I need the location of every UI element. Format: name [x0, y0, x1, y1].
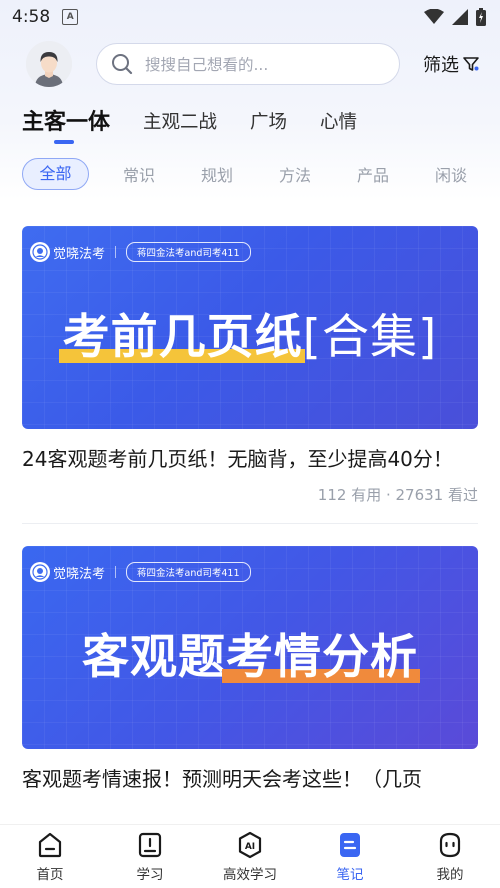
- post-cover-image[interactable]: 觉晓法考 蒋四金法考and司考411 考前几页纸[合集]: [22, 226, 478, 429]
- post-title[interactable]: 24客观题考前几页纸！无脑背，至少提高40分！: [22, 443, 478, 476]
- post-title[interactable]: 客观题考情速报！预测明天会考这些！（几页: [22, 763, 478, 796]
- category-chat[interactable]: 闲谈: [412, 162, 490, 186]
- nav-study[interactable]: 学习: [100, 825, 200, 888]
- search-placeholder: 搜搜自己想看的...: [145, 56, 269, 74]
- tab-mood[interactable]: 心情: [320, 108, 357, 144]
- filter-label: 筛选: [423, 55, 459, 76]
- user-avatar-icon: [26, 41, 72, 87]
- status-bar: 4:58 A: [0, 0, 500, 34]
- svg-text:AI: AI: [245, 842, 255, 852]
- brand-name: 觉晓法考: [53, 566, 106, 582]
- brand-tag: 蒋四金法考and司考411: [126, 562, 251, 582]
- brand-separator: [115, 566, 117, 578]
- post-card[interactable]: 觉晓法考 蒋四金法考and司考411 考前几页纸[合集] 24客观题考前几页纸！…: [22, 226, 478, 505]
- nav-home-label: 首页: [36, 867, 64, 883]
- banner-highlight-text: 考前几页纸: [58, 298, 305, 367]
- ai-icon: AI: [238, 831, 262, 859]
- search-icon: [112, 54, 133, 75]
- category-filter-bar: 全部 常识 规划 方法 产品 闲谈: [0, 144, 500, 204]
- study-icon: [138, 832, 162, 858]
- category-methods[interactable]: 方法: [256, 162, 334, 186]
- filter-button[interactable]: 筛选: [423, 51, 480, 77]
- nav-efficient-study[interactable]: AI 高效学习: [200, 825, 300, 888]
- wifi-icon: [424, 9, 444, 24]
- banner-brand-row: 觉晓法考 蒋四金法考and司考411: [30, 562, 251, 582]
- post-cover-image[interactable]: 觉晓法考 蒋四金法考and司考411 客观题考情分析: [22, 546, 478, 749]
- filter-icon: [463, 57, 479, 71]
- bottom-navigation: 首页 学习 AI 高效学习 笔记 我的: [0, 824, 500, 888]
- brand-tag: 蒋四金法考and司考411: [126, 242, 251, 262]
- banner-plain-text: 客观题: [82, 630, 226, 685]
- category-all[interactable]: 全部: [22, 158, 89, 190]
- banner-brand-row: 觉晓法考 蒋四金法考and司考411: [30, 242, 251, 262]
- nav-home[interactable]: 首页: [0, 825, 100, 888]
- tab-main-objective[interactable]: 主客一体: [22, 104, 110, 144]
- status-time: 4:58: [12, 7, 51, 27]
- category-products[interactable]: 产品: [334, 162, 412, 186]
- nav-notes[interactable]: 笔记: [300, 825, 400, 888]
- post-feed: 觉晓法考 蒋四金法考and司考411 考前几页纸[合集] 24客观题考前几页纸！…: [0, 204, 500, 796]
- home-icon: [38, 832, 62, 858]
- signal-icon: [452, 9, 468, 25]
- brand-name: 觉晓法考: [53, 246, 106, 262]
- feed-divider: [22, 523, 478, 524]
- profile-icon: [439, 832, 461, 858]
- post-stats: 112 有用 · 27631 看过: [317, 486, 478, 504]
- avatar[interactable]: [26, 41, 72, 87]
- banner-headline: 客观题考情分析: [22, 618, 478, 687]
- nav-profile[interactable]: 我的: [400, 825, 500, 888]
- nav-notes-label: 笔记: [336, 867, 364, 883]
- category-common-sense[interactable]: 常识: [100, 162, 178, 186]
- main-tab-bar: 主客一体 主观二战 广场 心情: [0, 94, 500, 144]
- brand-logo-icon: [30, 242, 50, 262]
- top-header: 搜搜自己想看的... 筛选: [0, 34, 500, 94]
- tab-square[interactable]: 广场: [250, 108, 287, 144]
- nav-study-label: 学习: [136, 867, 164, 883]
- banner-headline: 考前几页纸[合集]: [22, 298, 478, 367]
- banner-bracket-text: [合集]: [302, 310, 438, 365]
- notes-icon: [340, 833, 360, 857]
- nav-profile-label: 我的: [436, 867, 464, 883]
- app-notification-icon: A: [62, 9, 79, 25]
- category-planning[interactable]: 规划: [178, 162, 256, 186]
- tab-subjective-second[interactable]: 主观二战: [143, 108, 217, 144]
- post-card[interactable]: 觉晓法考 蒋四金法考and司考411 客观题考情分析 客观题考情速报！预测明天会…: [22, 546, 478, 796]
- banner-highlight-text: 考情分析: [222, 618, 420, 687]
- nav-efficient-study-label: 高效学习: [223, 867, 277, 883]
- brand-separator: [115, 246, 117, 258]
- brand-logo-icon: [30, 562, 50, 582]
- search-input[interactable]: 搜搜自己想看的...: [96, 43, 400, 85]
- battery-icon: [476, 8, 486, 26]
